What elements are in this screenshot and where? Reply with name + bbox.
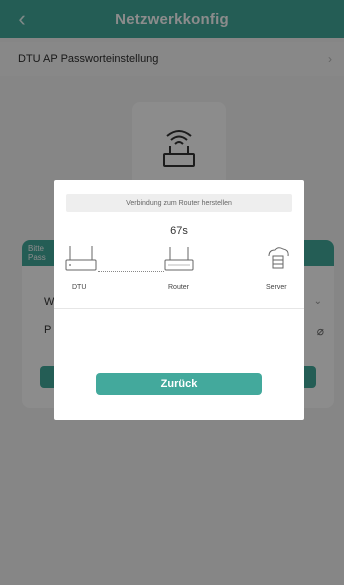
device-label-server: Server [266, 284, 287, 291]
modal-divider [54, 308, 304, 309]
connection-line [98, 271, 164, 272]
router-icon [162, 244, 196, 279]
cloud-server-icon [260, 244, 294, 279]
device-label-dtu: DTU [72, 284, 87, 291]
connection-status: Verbindung zum Router herstellen [66, 194, 292, 212]
app-screen: ‹ Netzwerkkonfig DTU AP Passworteinstell… [0, 0, 344, 585]
connection-modal: Verbindung zum Router herstellen 67s DTU… [54, 180, 304, 420]
device-label-router: Router [168, 284, 190, 291]
countdown-timer: 67s [170, 225, 188, 237]
back-button[interactable]: Zurück [96, 373, 262, 395]
dtu-device-icon [64, 244, 98, 279]
